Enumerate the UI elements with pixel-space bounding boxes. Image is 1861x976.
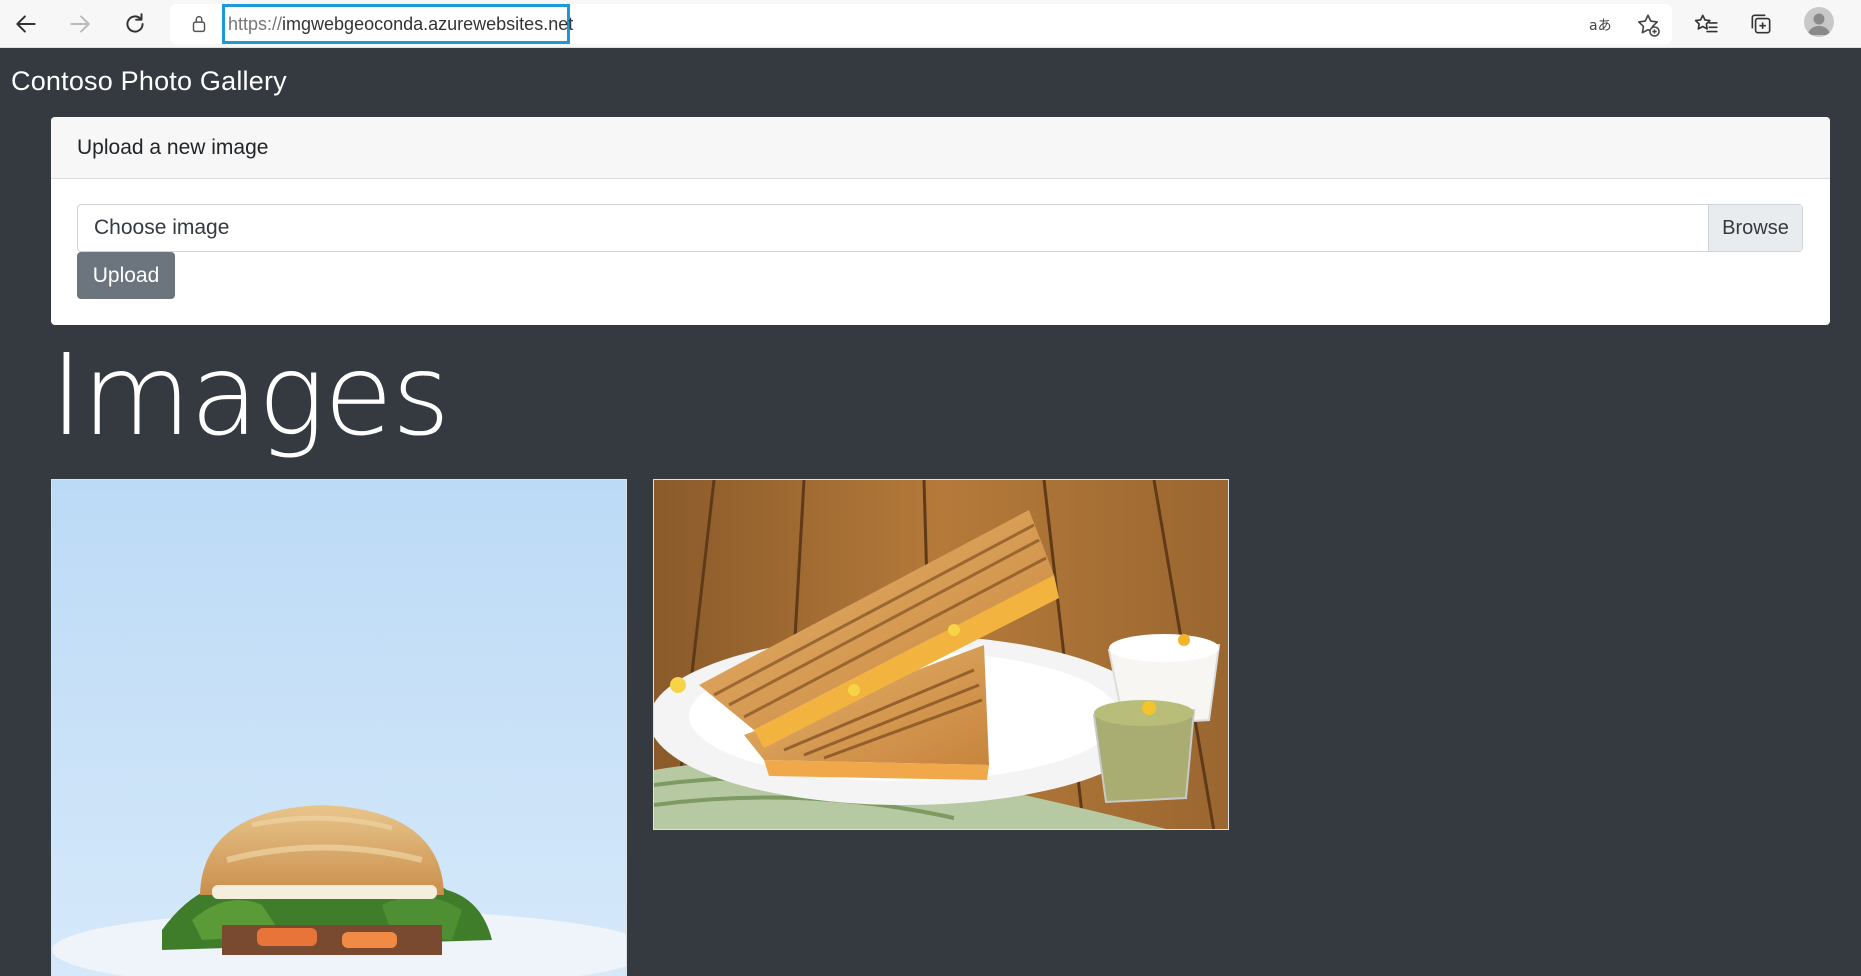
address-bar[interactable]: https://imgwebgeoconda.azurewebsites.net… [170,4,1672,44]
gallery-image-grilled-sandwich[interactable] [653,479,1229,830]
url-highlight[interactable]: https://imgwebgeoconda.azurewebsites.net [222,4,573,44]
browse-button[interactable]: Browse [1708,205,1802,251]
browser-toolbar: https://imgwebgeoconda.azurewebsites.net… [0,0,1861,48]
favorites-icon[interactable] [1688,6,1724,42]
gallery-image-sandwich-blue[interactable] [51,479,627,976]
collections-icon[interactable] [1743,6,1779,42]
file-input-label[interactable]: Choose image [78,216,1708,240]
read-aloud-icon[interactable]: aあ [1588,12,1614,38]
images-heading: Images [50,331,450,461]
upload-card-header: Upload a new image [51,117,1830,179]
lock-icon[interactable] [188,13,210,35]
file-input[interactable]: Choose image Browse [77,204,1803,252]
svg-text:aあ: aあ [1589,18,1612,34]
upload-card: Upload a new image Choose image Browse U… [51,117,1830,325]
site-brand[interactable]: Contoso Photo Gallery [11,66,287,97]
back-icon[interactable] [8,6,44,42]
add-favorite-icon[interactable] [1635,12,1661,38]
upload-button[interactable]: Upload [77,252,175,299]
url-text[interactable]: https://imgwebgeoconda.azurewebsites.net [228,14,573,35]
forward-icon[interactable] [62,6,98,42]
refresh-icon[interactable] [117,6,153,42]
profile-icon[interactable] [1804,7,1834,37]
